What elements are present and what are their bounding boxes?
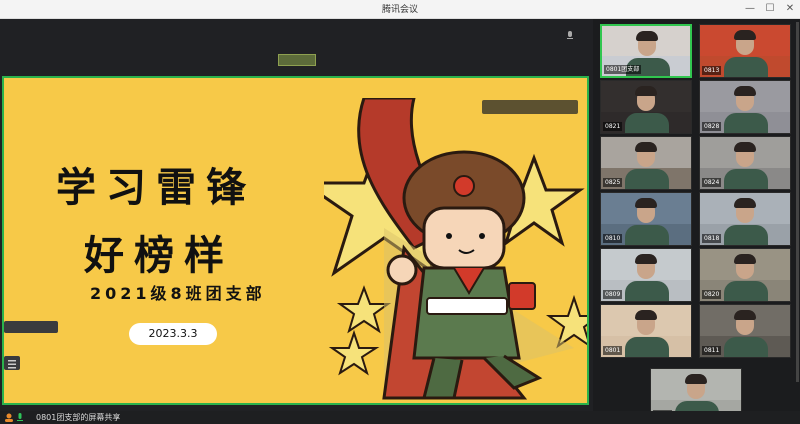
participant-video-body	[625, 337, 669, 357]
share-source-bar: 0801团支部的屏幕共享	[0, 411, 593, 424]
participant-video-body	[724, 281, 768, 301]
participant-tile[interactable]: 0828	[699, 80, 791, 134]
participant-video-hair	[734, 310, 756, 320]
participant-name: 0813	[702, 66, 722, 75]
participant-name: 0801团支部	[604, 65, 642, 74]
participant-name: 0820	[702, 290, 722, 299]
microphone-icon	[17, 413, 23, 421]
participant-video-hair	[635, 254, 657, 264]
participant-video-body	[625, 281, 669, 301]
participant-video-hair	[636, 31, 658, 41]
participant-tile[interactable]: 0820	[699, 248, 791, 302]
person-icon	[5, 413, 13, 422]
participant-tile[interactable]: 0813	[699, 24, 791, 78]
participant-video-body	[625, 113, 669, 133]
slide-title-line2: 好榜样	[84, 233, 234, 279]
share-top-strip	[0, 19, 593, 43]
participant-video-hair	[734, 198, 756, 208]
participant-video-hair	[635, 86, 657, 96]
maximize-icon[interactable]: ☐	[762, 1, 778, 17]
left-float-control[interactable]	[4, 321, 58, 333]
participant-video-hair	[685, 374, 707, 384]
share-status-tag[interactable]	[278, 54, 316, 66]
participant-name: 0818	[702, 234, 722, 243]
participant-name: 0825	[603, 178, 623, 187]
participant-video-body	[724, 113, 768, 133]
participant-name: 0811	[702, 346, 722, 355]
participant-video-body	[724, 57, 768, 77]
participant-video-hair	[734, 30, 756, 40]
lei-feng-illustration	[299, 96, 587, 403]
participant-name: 0824	[702, 178, 722, 187]
participant-tile[interactable]: 0801团支部	[600, 24, 692, 78]
close-icon[interactable]: ✕	[782, 1, 798, 17]
participant-video-body	[625, 169, 669, 189]
shared-slide: 学习雷锋 好榜样 2021级8班团支部 2023.3.3	[2, 76, 589, 405]
slide-title-line1: 学习雷锋	[56, 165, 256, 211]
participant-video-body	[724, 225, 768, 245]
participant-video-hair	[635, 310, 657, 320]
participant-tile[interactable]: 0810	[600, 192, 692, 246]
share-source-name: 0801团支部的屏幕共享	[36, 413, 121, 422]
participants-scrollbar[interactable]	[796, 22, 799, 382]
participant-video-hair	[635, 198, 657, 208]
participant-video-hair	[734, 86, 756, 96]
participant-tile[interactable]: 0801	[600, 304, 692, 358]
main-share-area: 学习雷锋 好榜样 2021级8班团支部 2023.3.3	[0, 19, 593, 424]
participant-name: 0821	[603, 122, 623, 131]
participant-video-body	[724, 169, 768, 189]
participant-tile[interactable]: 0821	[600, 80, 692, 134]
list-icon[interactable]	[4, 356, 20, 370]
participant-video-hair	[635, 142, 657, 152]
title-bar: 腾讯会议 — ☐ ✕	[0, 0, 800, 19]
participant-name: 0809	[603, 290, 623, 299]
participant-video-hair	[734, 254, 756, 264]
participants-panel: 0801团支部 0813 0821 0828 0825 0824 0810 0818 0809 0…	[593, 19, 800, 424]
slide-date: 2023.3.3	[129, 323, 217, 345]
panel-bottom	[593, 411, 800, 424]
slide-subtitle: 2021级8班团支部	[90, 284, 266, 303]
participant-name: 0801	[603, 346, 623, 355]
participant-tile[interactable]: 0818	[699, 192, 791, 246]
participant-tile[interactable]: 0824	[699, 136, 791, 190]
window-title: 腾讯会议	[381, 5, 418, 15]
speaker-icon[interactable]	[565, 25, 575, 39]
participant-tile[interactable]: 0809	[600, 248, 692, 302]
participant-video-hair	[734, 142, 756, 152]
participant-tile[interactable]: 0825	[600, 136, 692, 190]
participant-video-body	[625, 225, 669, 245]
participant-name: 0828	[702, 122, 722, 131]
participant-name: 0810	[603, 234, 623, 243]
participant-video-body	[724, 337, 768, 357]
minimize-icon[interactable]: —	[742, 1, 758, 17]
participant-tile[interactable]: 0811	[699, 304, 791, 358]
